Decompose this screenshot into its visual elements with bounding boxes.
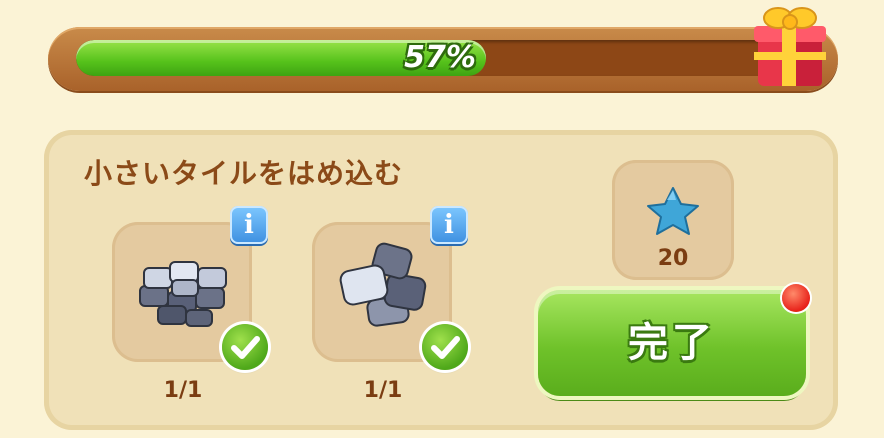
blue-star-icon <box>647 187 699 235</box>
complete-check-icon <box>422 324 468 370</box>
done-button[interactable]: 完了 <box>538 290 806 396</box>
task-title: 小さいタイルをはめ込む <box>84 157 404 190</box>
reward-amount: 20 <box>657 246 689 271</box>
item-count: 1/1 <box>363 378 403 403</box>
progress-track: 57% <box>76 40 796 76</box>
gift-box-icon[interactable] <box>748 2 832 90</box>
info-button[interactable]: i <box>430 206 468 244</box>
info-button[interactable]: i <box>230 206 268 244</box>
progress-percent: 57% <box>404 40 476 75</box>
complete-check-icon <box>222 324 268 370</box>
item-count: 1/1 <box>163 378 203 403</box>
progress-bar: 57% <box>48 27 838 91</box>
notification-dot <box>782 284 810 312</box>
